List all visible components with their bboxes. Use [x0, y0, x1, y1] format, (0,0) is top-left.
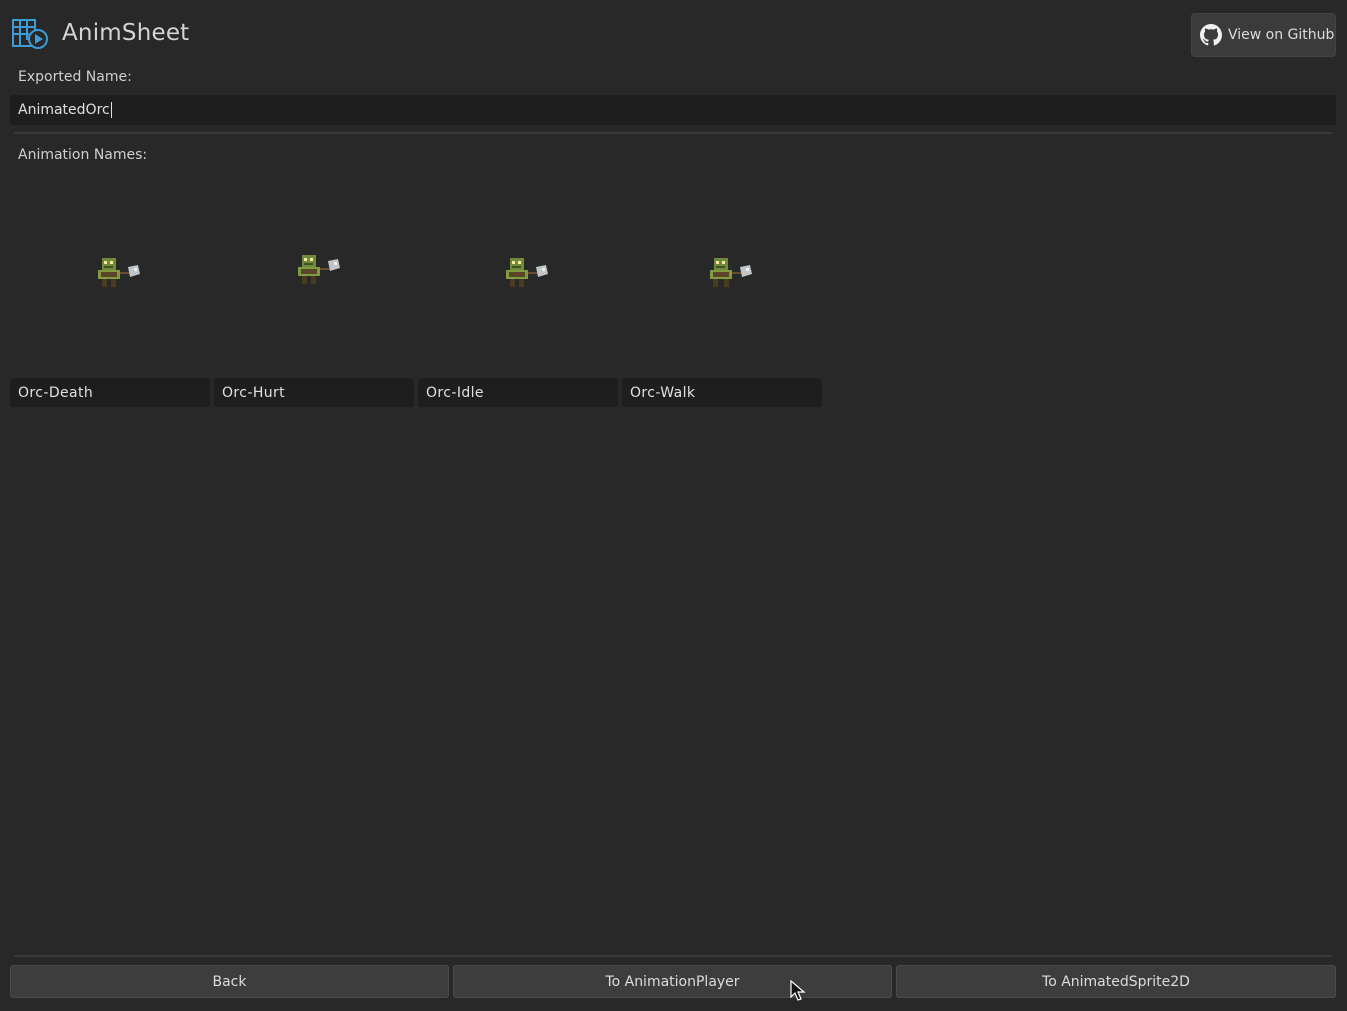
animation-name-input-orc-idle[interactable]: Orc-Idle	[418, 378, 618, 407]
github-icon	[1200, 24, 1222, 46]
app-window: AnimSheet View on Github Exported Name: …	[0, 0, 1347, 1011]
top-divider	[14, 132, 1332, 134]
exported-name-input[interactable]: AnimatedOrc	[10, 95, 1336, 125]
animation-preview	[214, 170, 414, 370]
exported-name-value: AnimatedOrc	[18, 102, 110, 118]
mouse-cursor-icon	[790, 979, 806, 1002]
text-caret	[110, 102, 112, 118]
animation-name-input-orc-death[interactable]: Orc-Death	[10, 378, 210, 407]
animation-preview	[622, 170, 822, 370]
to-animation-player-button[interactable]: To AnimationPlayer	[453, 965, 892, 998]
animation-card-orc-hurt: Orc-Hurt	[214, 170, 414, 408]
to-animated-sprite2d-button[interactable]: To AnimatedSprite2D	[896, 965, 1336, 998]
view-on-github-button[interactable]: View on Github	[1191, 13, 1336, 57]
orc-sprite-icon	[296, 253, 344, 287]
animation-card-orc-idle: Orc-Idle	[418, 170, 618, 408]
animation-card-orc-death: Orc-Death	[10, 170, 210, 408]
animation-name-input-orc-walk[interactable]: Orc-Walk	[622, 378, 822, 407]
app-title: AnimSheet	[62, 20, 190, 46]
orc-sprite-icon	[504, 256, 552, 290]
animsheet-logo-icon	[12, 18, 50, 50]
back-button[interactable]: Back	[10, 965, 449, 998]
orc-sprite-icon	[708, 256, 756, 290]
animation-names-label: Animation Names:	[18, 147, 148, 163]
orc-sprite-icon	[96, 256, 144, 290]
animation-preview	[418, 170, 618, 370]
view-on-github-label: View on Github	[1228, 27, 1335, 43]
exported-name-label: Exported Name:	[18, 69, 132, 85]
animation-preview	[10, 170, 210, 370]
bottom-divider	[14, 955, 1332, 957]
animation-name-input-orc-hurt[interactable]: Orc-Hurt	[214, 378, 414, 407]
animation-card-orc-walk: Orc-Walk	[622, 170, 822, 408]
